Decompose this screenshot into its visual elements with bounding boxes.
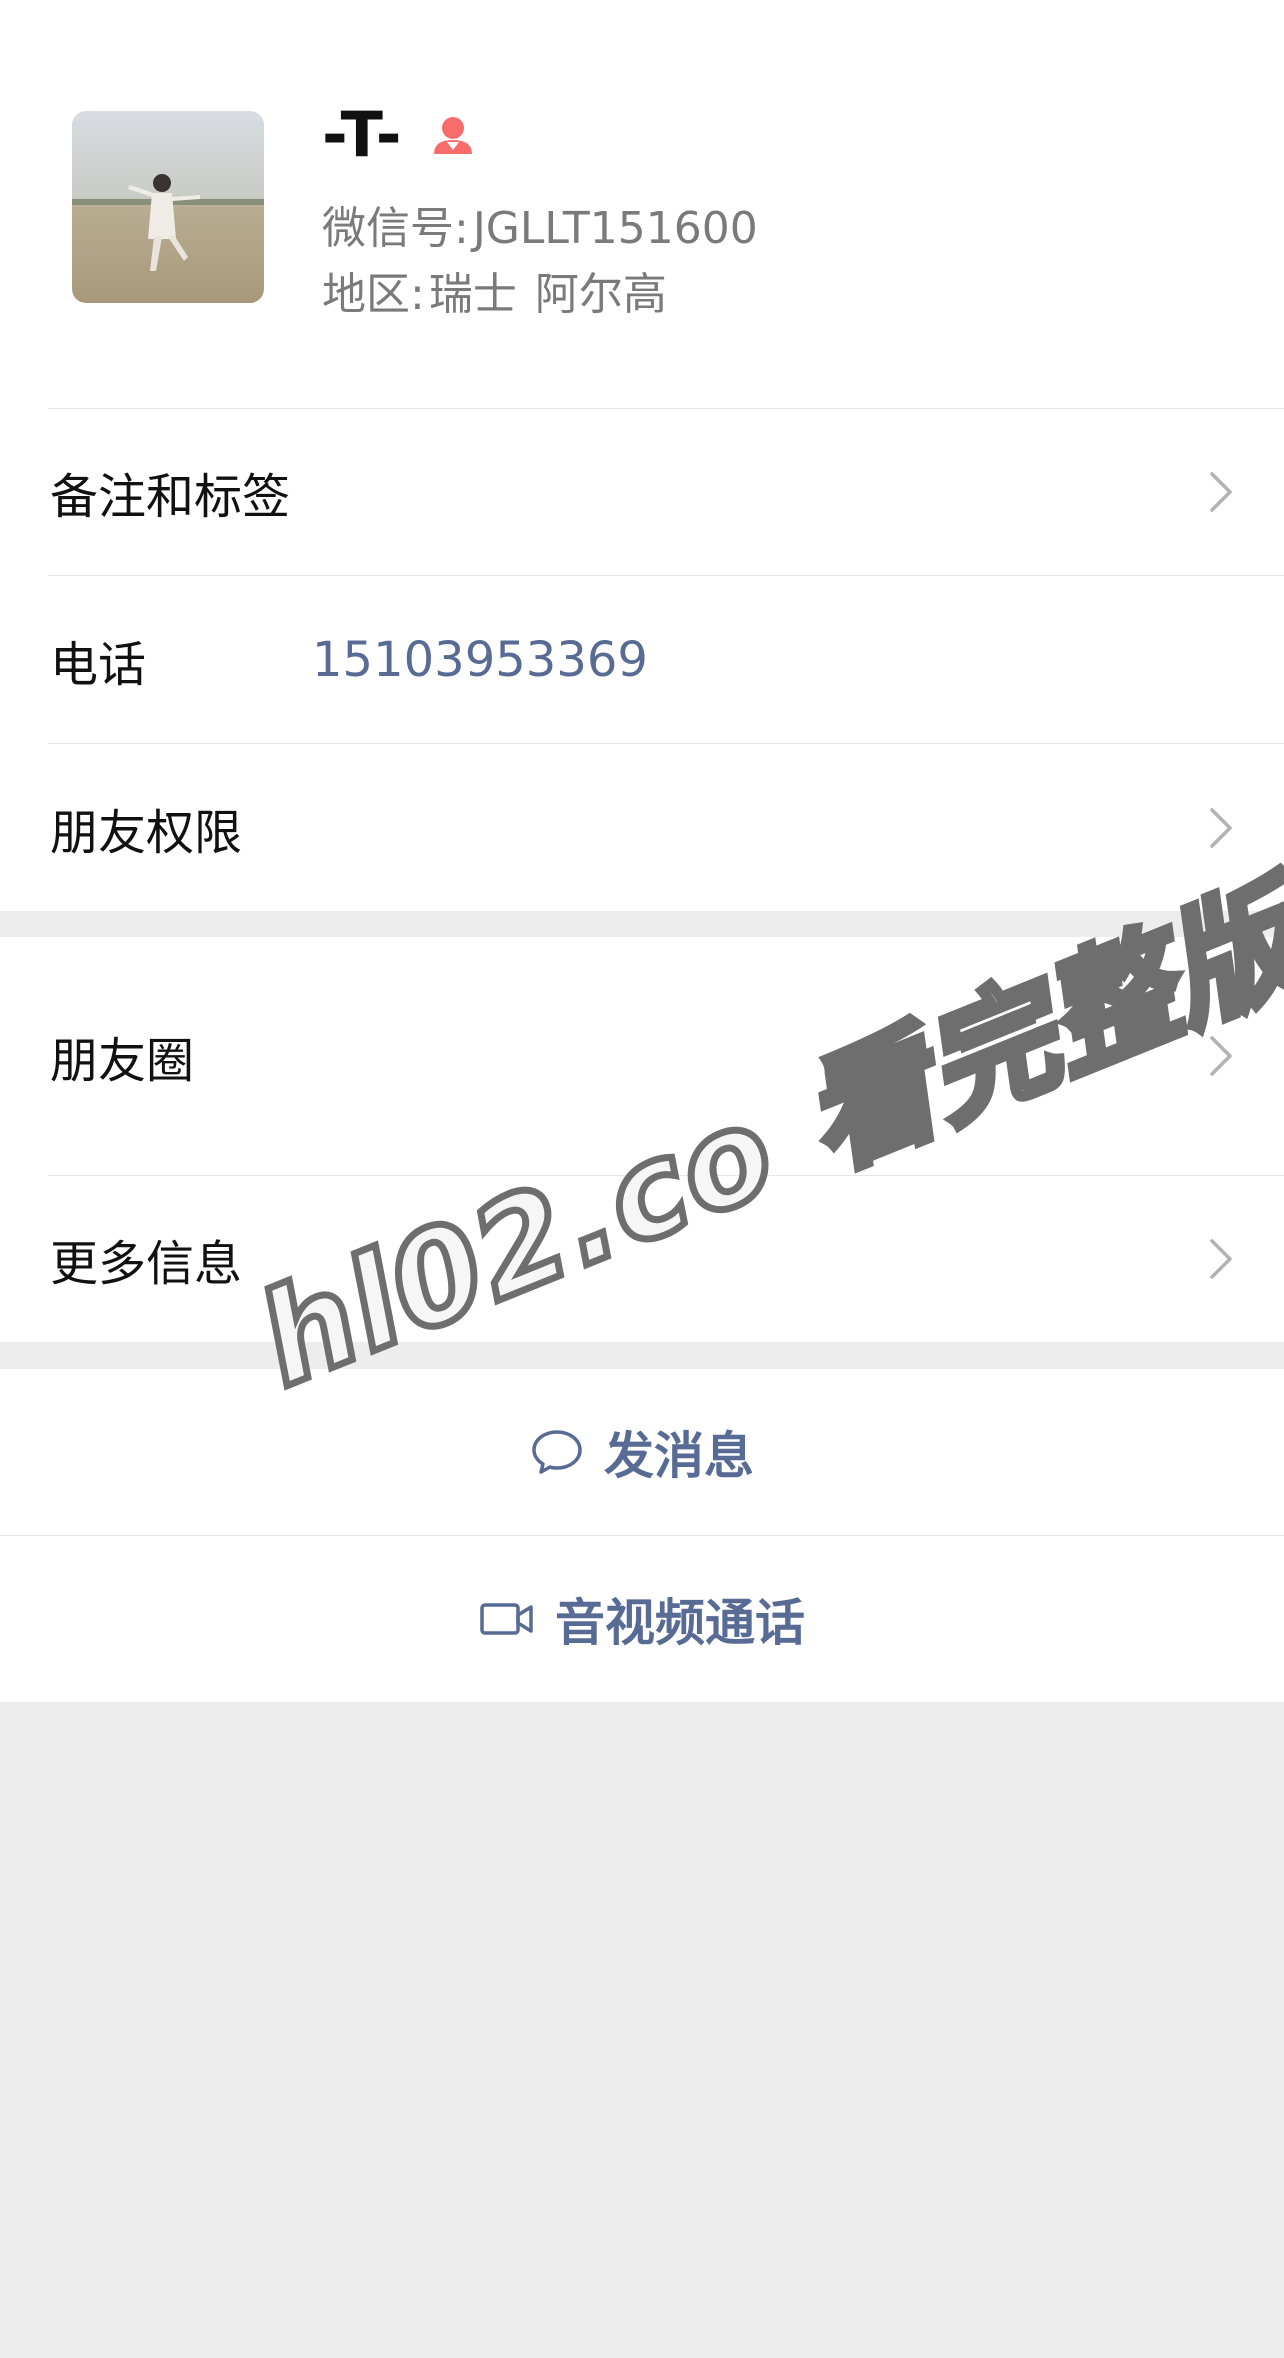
- moments-row[interactable]: 朋友圈: [0, 937, 1284, 1175]
- nickname: -T-: [322, 98, 404, 171]
- phone-number-link[interactable]: 15103953369: [312, 632, 648, 688]
- region-country: 瑞士: [428, 269, 517, 320]
- chevron-right-icon: [1210, 1036, 1232, 1076]
- video-camera-icon: [480, 1603, 533, 1635]
- avatar[interactable]: [72, 111, 264, 303]
- chevron-right-icon: [1210, 1239, 1232, 1279]
- phone-row: 电话 15103953369: [0, 576, 1284, 744]
- friend-permissions-row[interactable]: 朋友权限: [0, 744, 1284, 911]
- moments-label: 朋友圈: [50, 1033, 195, 1089]
- video-call-button[interactable]: 音视频通话: [0, 1536, 1284, 1702]
- region-city: 阿尔高: [534, 269, 667, 320]
- more-info-row[interactable]: 更多信息: [0, 1176, 1284, 1342]
- remarks-row[interactable]: 备注和标签: [0, 408, 1284, 576]
- chat-bubble-icon: [532, 1430, 582, 1474]
- region-line: 地区:瑞士 阿尔高: [322, 258, 667, 322]
- details-section: 备注和标签 电话 15103953369 朋友权限: [0, 408, 1284, 911]
- chevron-right-icon: [1210, 807, 1232, 848]
- wechat-id-line: 微信号:JGLLT151600: [322, 192, 758, 256]
- more-info-label: 更多信息: [50, 1236, 243, 1292]
- friend-permissions-label: 朋友权限: [50, 804, 243, 861]
- phone-label: 电话: [50, 637, 147, 693]
- send-message-button[interactable]: 发消息: [0, 1369, 1284, 1535]
- send-message-label: 发消息: [604, 1427, 754, 1485]
- remarks-label: 备注和标签: [50, 469, 291, 525]
- wechat-id-value[interactable]: JGLLT151600: [473, 203, 758, 254]
- wechat-id-label: 微信号:: [322, 203, 469, 254]
- nickname-row: -T-: [322, 98, 476, 171]
- chevron-right-icon: [1210, 472, 1232, 512]
- social-section: 朋友圈 更多信息: [0, 937, 1284, 1342]
- female-icon: [433, 116, 472, 154]
- video-call-label: 音视频通话: [555, 1594, 805, 1652]
- region-label: 地区:: [322, 269, 425, 320]
- profile-header: -T- 微信号:JGLLT151600 地区:瑞士 阿尔高: [0, 0, 1284, 408]
